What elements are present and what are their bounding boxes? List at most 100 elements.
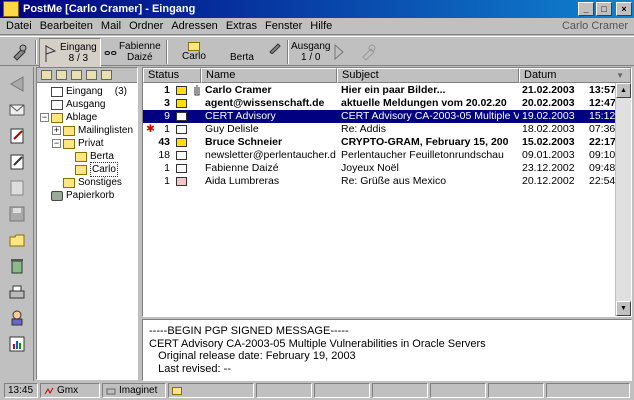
- message-row[interactable]: 1 Fabienne Daizé Joyeux Noël 23.12.2002 09:4…: [143, 162, 617, 175]
- print-icon[interactable]: [6, 281, 28, 303]
- message-date: 15.02.2003: [522, 136, 575, 148]
- pin-icon: [13, 44, 27, 61]
- message-subject: Re: Grüße aus Mexico: [341, 175, 447, 187]
- folder-icon: [63, 125, 75, 136]
- compose-button[interactable]: [6, 38, 32, 66]
- message-thread-count: 43: [158, 136, 170, 148]
- glasses-icon: ⴰⴰ: [104, 46, 117, 58]
- tree-item-papierkorb[interactable]: Papierkorb: [51, 189, 114, 202]
- send-arrow-icon: [334, 43, 345, 61]
- column-header-status[interactable]: Status: [143, 68, 201, 83]
- edit-note-icon[interactable]: [6, 151, 28, 173]
- draft-icon[interactable]: [6, 177, 28, 199]
- message-time: 09:48: [589, 162, 616, 174]
- unread-mail-icon: [176, 86, 187, 95]
- tree-item-label: Privat: [78, 138, 104, 149]
- tree-new-icon[interactable]: [71, 70, 82, 80]
- menu-fenster[interactable]: Fenster: [261, 20, 306, 32]
- toolbar: Eingang 8 / 3 ⴰⴰ Fabienne Daizé Carlo Bert…: [0, 36, 634, 68]
- mailbox-eingang-button[interactable]: Eingang 8 / 3: [39, 38, 101, 68]
- message-row[interactable]: 18 newsletter@perlentaucher.d Perlentauche…: [143, 149, 617, 162]
- status-account-imaginet[interactable]: Imaginet: [102, 383, 166, 398]
- folder-icon: [172, 386, 182, 395]
- expand-mailinglisten-toggle[interactable]: +: [52, 126, 61, 135]
- mailbox-berta-button[interactable]: Berta: [226, 38, 282, 66]
- message-time: 07:36: [589, 123, 616, 135]
- message-time: 09:10: [589, 149, 616, 161]
- compose-note-icon[interactable]: [6, 125, 28, 147]
- tree-item-mailinglisten[interactable]: Mailinglisten: [63, 124, 133, 137]
- address-book-icon[interactable]: [6, 307, 28, 329]
- tree-item-label: Sonstiges: [78, 177, 122, 188]
- mailbox-fabienne-label: Fabienne: [118, 41, 161, 52]
- menu-ordner[interactable]: Ordner: [125, 20, 167, 32]
- trash-icon[interactable]: [6, 255, 28, 277]
- back-arrow-icon[interactable]: [6, 73, 28, 95]
- column-header-date[interactable]: Datum ▼: [519, 68, 631, 83]
- preview-line: CERT Advisory CA-2003-05 Multiple Vulner…: [149, 337, 486, 350]
- mailbox-carlo-label: Carlo: [182, 51, 206, 62]
- status-account-gmx[interactable]: Gmx: [40, 383, 100, 398]
- tree-move-icon[interactable]: [86, 70, 97, 80]
- read-mail-icon: [176, 112, 187, 121]
- message-subject: Hier ein paar Bilder...: [341, 84, 446, 96]
- tree-item-eingang[interactable]: Eingang (3): [51, 85, 137, 98]
- status-panel: [430, 383, 486, 398]
- close-button[interactable]: ×: [616, 2, 632, 16]
- message-row[interactable]: 9 CERT Advisory CERT Advisory CA-2003-05 M…: [143, 110, 617, 123]
- menu-hilfe[interactable]: Hilfe: [306, 20, 336, 32]
- message-time: 22:54: [589, 175, 616, 187]
- column-header-subject[interactable]: Subject: [337, 68, 519, 83]
- message-date: 18.02.2003: [522, 123, 575, 135]
- tree-item-ausgang[interactable]: Ausgang: [51, 98, 105, 111]
- message-row[interactable]: 1 Aida Lumbreras Re: Grüße aus Mexico 20.12…: [143, 175, 617, 188]
- reply-icon[interactable]: [6, 99, 28, 121]
- mailbox-berta-label: Berta: [230, 51, 254, 63]
- send-button[interactable]: [356, 38, 380, 66]
- mailbox-carlo-button[interactable]: Carlo: [172, 38, 216, 66]
- column-header-date-label: Datum: [524, 69, 557, 81]
- statistics-icon[interactable]: [6, 333, 28, 355]
- message-list-scrollbar[interactable]: ▲ ▼: [615, 83, 631, 316]
- message-subject: Joyeux Noël: [341, 162, 399, 174]
- message-row[interactable]: 1 Carlo Cramer Hier ein paar Bilder... 21.0…: [143, 84, 617, 97]
- tree-item-sonstiges[interactable]: Sonstiges: [63, 176, 122, 189]
- outbox-button[interactable]: Ausgang 1 / 0: [291, 38, 347, 66]
- scroll-up-button[interactable]: ▲: [616, 83, 631, 98]
- collapse-ablage-toggle[interactable]: −: [40, 113, 49, 122]
- mailbox-fabienne-button[interactable]: ⴰⴰ Fabienne Daizé: [102, 38, 162, 66]
- unread-mail-icon: [176, 138, 187, 147]
- message-row[interactable]: 43 Bruce Schneier CRYPTO-GRAM, February 15…: [143, 136, 617, 149]
- folder-icon: [51, 112, 63, 123]
- tree-item-carlo[interactable]: Carlo: [75, 162, 118, 177]
- tree-folder-icon[interactable]: [41, 70, 52, 80]
- tree-delete-icon[interactable]: [101, 70, 112, 80]
- column-header-name[interactable]: Name: [201, 68, 337, 83]
- message-row[interactable]: 3 agent@wissenschaft.de aktuelle Meldungen…: [143, 97, 617, 110]
- menu-datei[interactable]: Datei: [0, 20, 36, 32]
- minimize-button[interactable]: _: [578, 2, 594, 16]
- collapse-privat-toggle[interactable]: −: [52, 139, 61, 148]
- menu-mail[interactable]: Mail: [97, 20, 125, 32]
- open-folder-icon[interactable]: [6, 229, 28, 251]
- tree-flag-icon[interactable]: [56, 70, 67, 80]
- message-sender: Carlo Cramer: [205, 84, 272, 96]
- tree-item-privat[interactable]: Privat: [63, 137, 104, 150]
- message-subject: CERT Advisory CA-2003-05 Multiple Vu: [341, 110, 519, 122]
- message-row[interactable]: 1 ✱ Guy Delisle Re: Addis 18.02.2003 07:36: [143, 123, 617, 136]
- outbox-icon: [51, 99, 63, 110]
- message-sender: Fabienne Daizé: [205, 162, 279, 174]
- message-preview[interactable]: -----BEGIN PGP SIGNED MESSAGE----- CERT …: [142, 319, 632, 381]
- scroll-down-button[interactable]: ▼: [616, 301, 631, 316]
- maximize-button[interactable]: □: [596, 2, 612, 16]
- message-time: 12:47: [589, 97, 616, 109]
- preview-line: Original release date: February 19, 2003: [149, 350, 356, 362]
- menu-extras[interactable]: Extras: [222, 20, 261, 32]
- open-folder-icon: [75, 164, 87, 175]
- folder-icon: [188, 42, 200, 51]
- message-thread-count: 3: [164, 97, 170, 109]
- menu-adressen[interactable]: Adressen: [167, 20, 221, 32]
- save-icon[interactable]: [6, 203, 28, 225]
- menu-bearbeiten[interactable]: Bearbeiten: [36, 20, 97, 32]
- tree-item-ablage[interactable]: Ablage: [51, 111, 97, 124]
